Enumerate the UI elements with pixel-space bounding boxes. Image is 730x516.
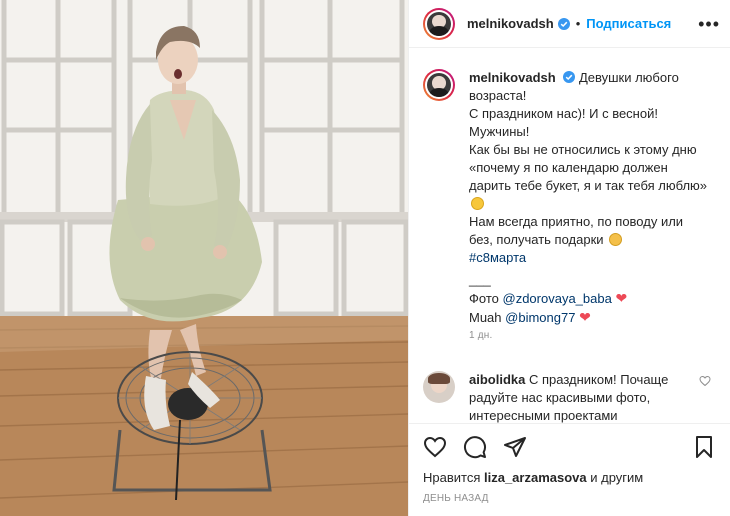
author-username[interactable]: melnikovadsh [467,16,554,31]
comment-icon[interactable] [463,435,487,459]
more-options-icon[interactable]: ••• [698,15,720,33]
photo-credit-mention[interactable]: @zdorovaya_baba [503,291,612,306]
header-separator: • [575,16,581,31]
action-icons-row [423,424,716,470]
comment-text-block: aibolidka С праздником! Почаще радуйте н… [469,371,691,423]
paper-plane-icon[interactable] [503,435,527,459]
photo-credit-label: Фото [469,291,499,306]
likes-suffix-link[interactable]: и другим [590,470,643,485]
commenter-avatar[interactable] [423,371,455,403]
post-photo[interactable] [0,0,408,516]
post-actions: Нравится liza_arzamasova и другим ДЕНЬ Н… [409,423,730,515]
heart-icon[interactable] [423,435,447,459]
likes-user-link[interactable]: liza_arzamasova [484,470,587,485]
muah-credit-label: Muah [469,310,502,325]
red-heart-emoji-icon: ❤ [615,290,628,306]
comments-section[interactable]: melnikovadsh Девушки любого возраста! С … [409,49,730,423]
verified-badge-icon [557,17,570,30]
caption-line-5: Нам всегда приятно, по поводу или без, п… [469,214,684,247]
follow-button[interactable]: Подписаться [586,16,671,31]
verified-badge-icon [563,71,576,83]
caption-line-3: Мужчины! [469,124,530,139]
red-heart-emoji-icon: ❤ [579,309,591,325]
bookmark-icon[interactable] [692,435,716,459]
hashtag-link[interactable]: #с8марта [469,249,709,267]
likes-prefix: Нравится [423,470,481,485]
caption-separator: ___ [469,272,491,287]
caption-username[interactable]: melnikovadsh [469,70,556,85]
caption-author-avatar[interactable] [423,69,455,101]
commenter-username[interactable]: aibolidka [469,372,525,387]
caption-timestamp[interactable]: 1 дн. [469,327,709,345]
author-avatar[interactable] [423,7,455,40]
thinking-face-emoji-icon [471,197,484,210]
caption-line-2: С праздником нас)! И с весной! [469,106,658,121]
comment-like-heart-icon[interactable] [699,375,711,387]
post-date[interactable]: ДЕНЬ НАЗАД [423,493,716,504]
post-caption: melnikovadsh Девушки любого возраста! С … [423,69,716,345]
muah-credit-mention[interactable]: @bimong77 [505,310,575,325]
photo-illustration [0,0,408,516]
post-header: melnikovadsh • Подписаться ••• [409,0,730,48]
likes-summary: Нравится liza_arzamasova и другим [423,470,716,485]
sad-face-emoji-icon [609,233,623,246]
post-details-panel: melnikovadsh • Подписаться ••• melnikova… [408,0,730,516]
comment-item: aibolidka С праздником! Почаще радуйте н… [423,371,716,423]
caption-text: melnikovadsh Девушки любого возраста! С … [469,69,709,345]
caption-line-4: Как бы вы не относились к этому дню «поч… [469,142,708,193]
